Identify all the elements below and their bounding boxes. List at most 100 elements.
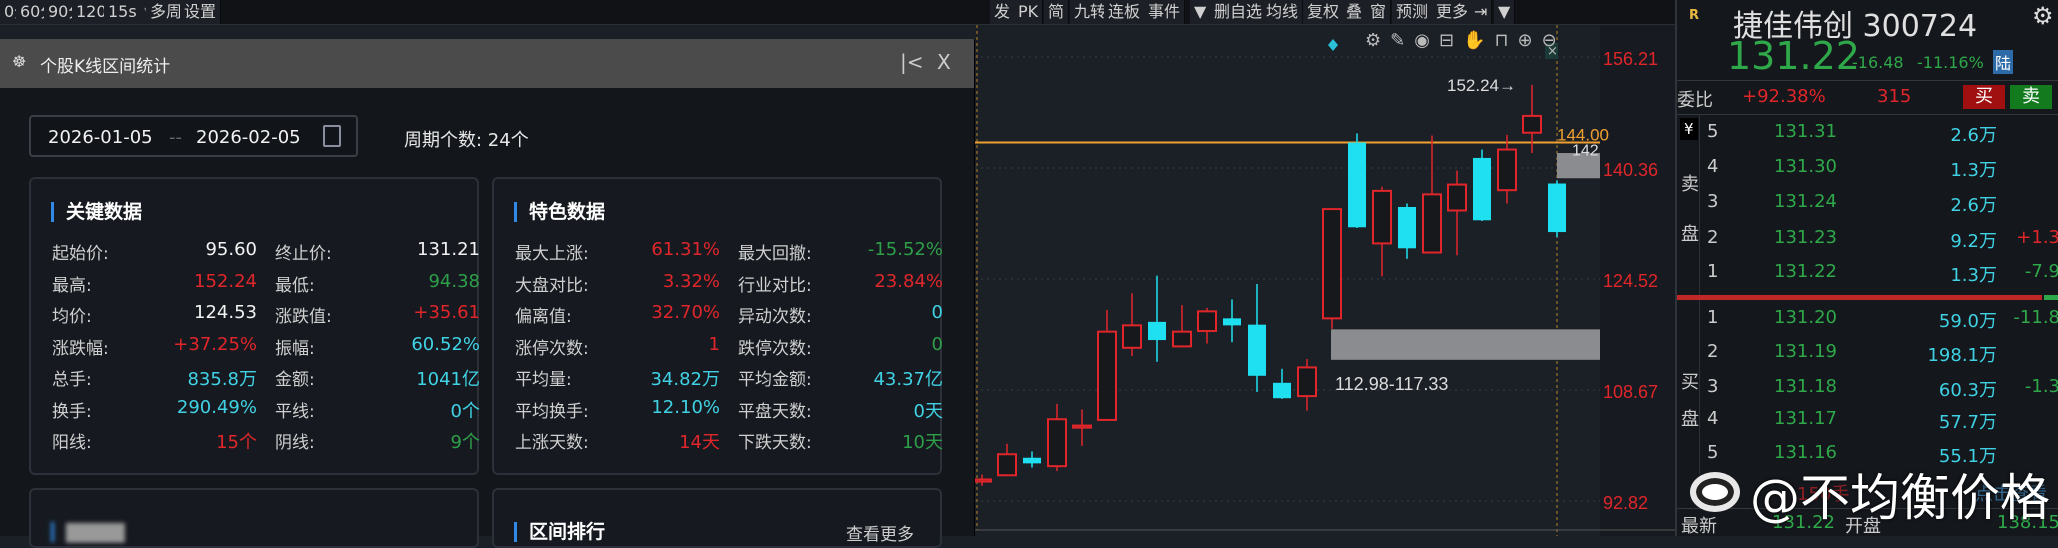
candle-body (1223, 318, 1241, 326)
toolbar-button[interactable]: 发 (990, 0, 1016, 24)
stat-value: 94.38 (428, 270, 480, 292)
toolbar-button[interactable]: 窗 (1366, 0, 1392, 24)
calendar-icon[interactable] (323, 125, 341, 147)
ask-row[interactable]: 5 131.31 2.6万 (1677, 121, 2058, 151)
toolbar-button[interactable]: 简 (1044, 0, 1070, 24)
stat-value: 0 (931, 302, 943, 323)
bid-row[interactable]: 1 131.20 59.0万 -11.8 (1677, 307, 2058, 337)
stat-label: 阴线: (275, 433, 315, 453)
candle-body (1023, 457, 1041, 464)
stat-value: 0 (931, 333, 943, 355)
eye-icon[interactable]: ◉ (1414, 30, 1439, 51)
bid-row[interactable]: 4 131.17 57.7万 (1677, 408, 2058, 438)
ask-row[interactable]: 4 131.30 1.3万 (1677, 156, 2058, 186)
order-cell: 2.6万 (1950, 125, 1997, 146)
kline-chart[interactable]: 156.21 140.36 124.52 108.67 92.82 112.98-117.… (975, 25, 1675, 536)
ask-row[interactable]: 1 131.22 1.3万 -7.9 (1677, 261, 2058, 291)
order-cell: 60.3万 (1938, 380, 1997, 401)
date-separator: -- (169, 127, 182, 148)
bag-icon[interactable]: ⊟ (1439, 30, 1463, 51)
toolbar-button[interactable]: 删自选 (1210, 0, 1268, 24)
stat-value: 34.82万 (650, 369, 720, 390)
stat-label: 终止价: (275, 244, 332, 264)
order-cell: 1.3万 (1950, 160, 1997, 181)
pen-icon[interactable]: ✎ (1390, 30, 1414, 51)
stat-label: 偏离值: (515, 307, 572, 327)
candle-body (1273, 382, 1291, 399)
order-cell: 131.17 (1774, 408, 1837, 429)
order-cell: 131.20 (1774, 307, 1837, 328)
toolbar-button[interactable]: 事件 (1144, 0, 1186, 24)
buy-button[interactable]: 买 (1963, 85, 2005, 109)
stat-label: 平均换手: (515, 401, 589, 422)
candle-body (1172, 330, 1192, 348)
candle-body (1047, 418, 1067, 468)
ask-row[interactable]: 2 131.23 9.2万 +1.3 (1677, 227, 2058, 257)
candle-body (1548, 183, 1566, 233)
stat-label: 换手: (52, 401, 92, 422)
order-cell: 57.7万 (1938, 412, 1997, 433)
close-icon[interactable]: X (937, 50, 951, 74)
start-date[interactable]: 2026-01-05 (48, 127, 153, 148)
r-badge: R (1689, 8, 1700, 23)
interval-ranking-card: 区间排行 查看更多 (492, 488, 942, 548)
order-cell: 2 (1707, 341, 1719, 362)
candle-body (1197, 310, 1217, 332)
candle-body (1122, 324, 1142, 349)
toolbar-button[interactable]: 更多 (1432, 0, 1474, 24)
hand-icon[interactable]: ✋ (1463, 30, 1494, 51)
interval-stats-dialog: ☸ 个股K线区间统计 |< X 2026-01-05 -- 2026-02-05… (0, 39, 975, 548)
collapse-icon[interactable]: |< (900, 50, 924, 74)
stat-label: 大盘对比: (515, 275, 589, 296)
order-cell: 3 (1707, 376, 1719, 397)
order-cell: 131.30 (1774, 156, 1837, 177)
order-cell: 4 (1707, 408, 1719, 429)
candle-body (1148, 321, 1166, 341)
bid-row[interactable]: 2 131.19 198.1万 (1677, 341, 2058, 371)
toolbar-button[interactable]: 连板 (1104, 0, 1146, 24)
order-cell: 5 (1707, 121, 1719, 142)
toolbar-button[interactable]: ▼ (1190, 0, 1212, 24)
toolbar-button[interactable]: 均线 (1262, 0, 1304, 24)
zoom-out-icon[interactable]: ⊖ (1542, 30, 1566, 51)
ask-row[interactable]: 3 131.24 2.6万 (1677, 191, 2058, 221)
toolbar-button[interactable]: PK (1014, 0, 1044, 24)
order-cell: 3 (1707, 191, 1719, 212)
stat-value: +35.61 (413, 302, 480, 323)
settings-icon[interactable]: ⚙ (1365, 30, 1390, 51)
toolbar-button[interactable]: 复权 (1303, 0, 1345, 24)
toolbar-button[interactable]: 叠 (1342, 0, 1368, 24)
stat-value: 3.32% (662, 270, 720, 292)
candle-body (1372, 189, 1392, 245)
weibi-label: 委比 (1677, 90, 1713, 111)
order-cell: 4 (1707, 156, 1719, 177)
order-cell: 2 (1707, 227, 1719, 248)
bid-row[interactable]: 3 131.18 60.3万 -1.3 (1677, 376, 2058, 406)
end-date[interactable]: 2026-02-05 (196, 127, 301, 148)
period-tab[interactable]: 设置 (180, 0, 222, 24)
toolbar-button[interactable]: ▼ (1494, 0, 1516, 24)
key-data-card: 关键数据 起始价: 95.60 终止价: 131.21 最高: 152.24 最低: 94.38… (29, 177, 480, 475)
candle-body (1348, 142, 1366, 228)
candle-body (1248, 324, 1266, 376)
gap-zone (1331, 329, 1600, 360)
quote-panel: R 捷佳伟创 300724 ⚙ 131.22 -16.48 -11.16% 陆 … (1675, 0, 2058, 537)
pct-change: -11.16% (1917, 53, 1984, 72)
date-range-input[interactable]: 2026-01-05 -- 2026-02-05 (29, 115, 358, 157)
order-cell: 2.6万 (1950, 195, 1997, 216)
sell-button[interactable]: 卖 (2010, 85, 2052, 109)
card-title: 特色数据 (514, 202, 605, 222)
settings-icon[interactable]: ⚙ (2032, 2, 2054, 30)
period-tab[interactable]: 15s (104, 0, 142, 24)
stat-value: 131.21 (417, 239, 480, 260)
lock-icon[interactable]: ⊓ (1494, 30, 1517, 51)
weibo-logo-icon (1690, 472, 1740, 512)
stat-label: 行业对比: (738, 275, 812, 296)
stat-value: 0个 (450, 400, 480, 422)
toolbar-button[interactable]: 预测 (1392, 0, 1434, 24)
view-more-link[interactable]: 查看更多 (846, 520, 914, 545)
zoom-in-icon[interactable]: ⊕ (1518, 30, 1542, 51)
weicha-value: 315 (1877, 86, 1912, 107)
toolbar-button[interactable]: ⇥ (1470, 0, 1493, 24)
last-label: 最新 (1681, 516, 1717, 537)
